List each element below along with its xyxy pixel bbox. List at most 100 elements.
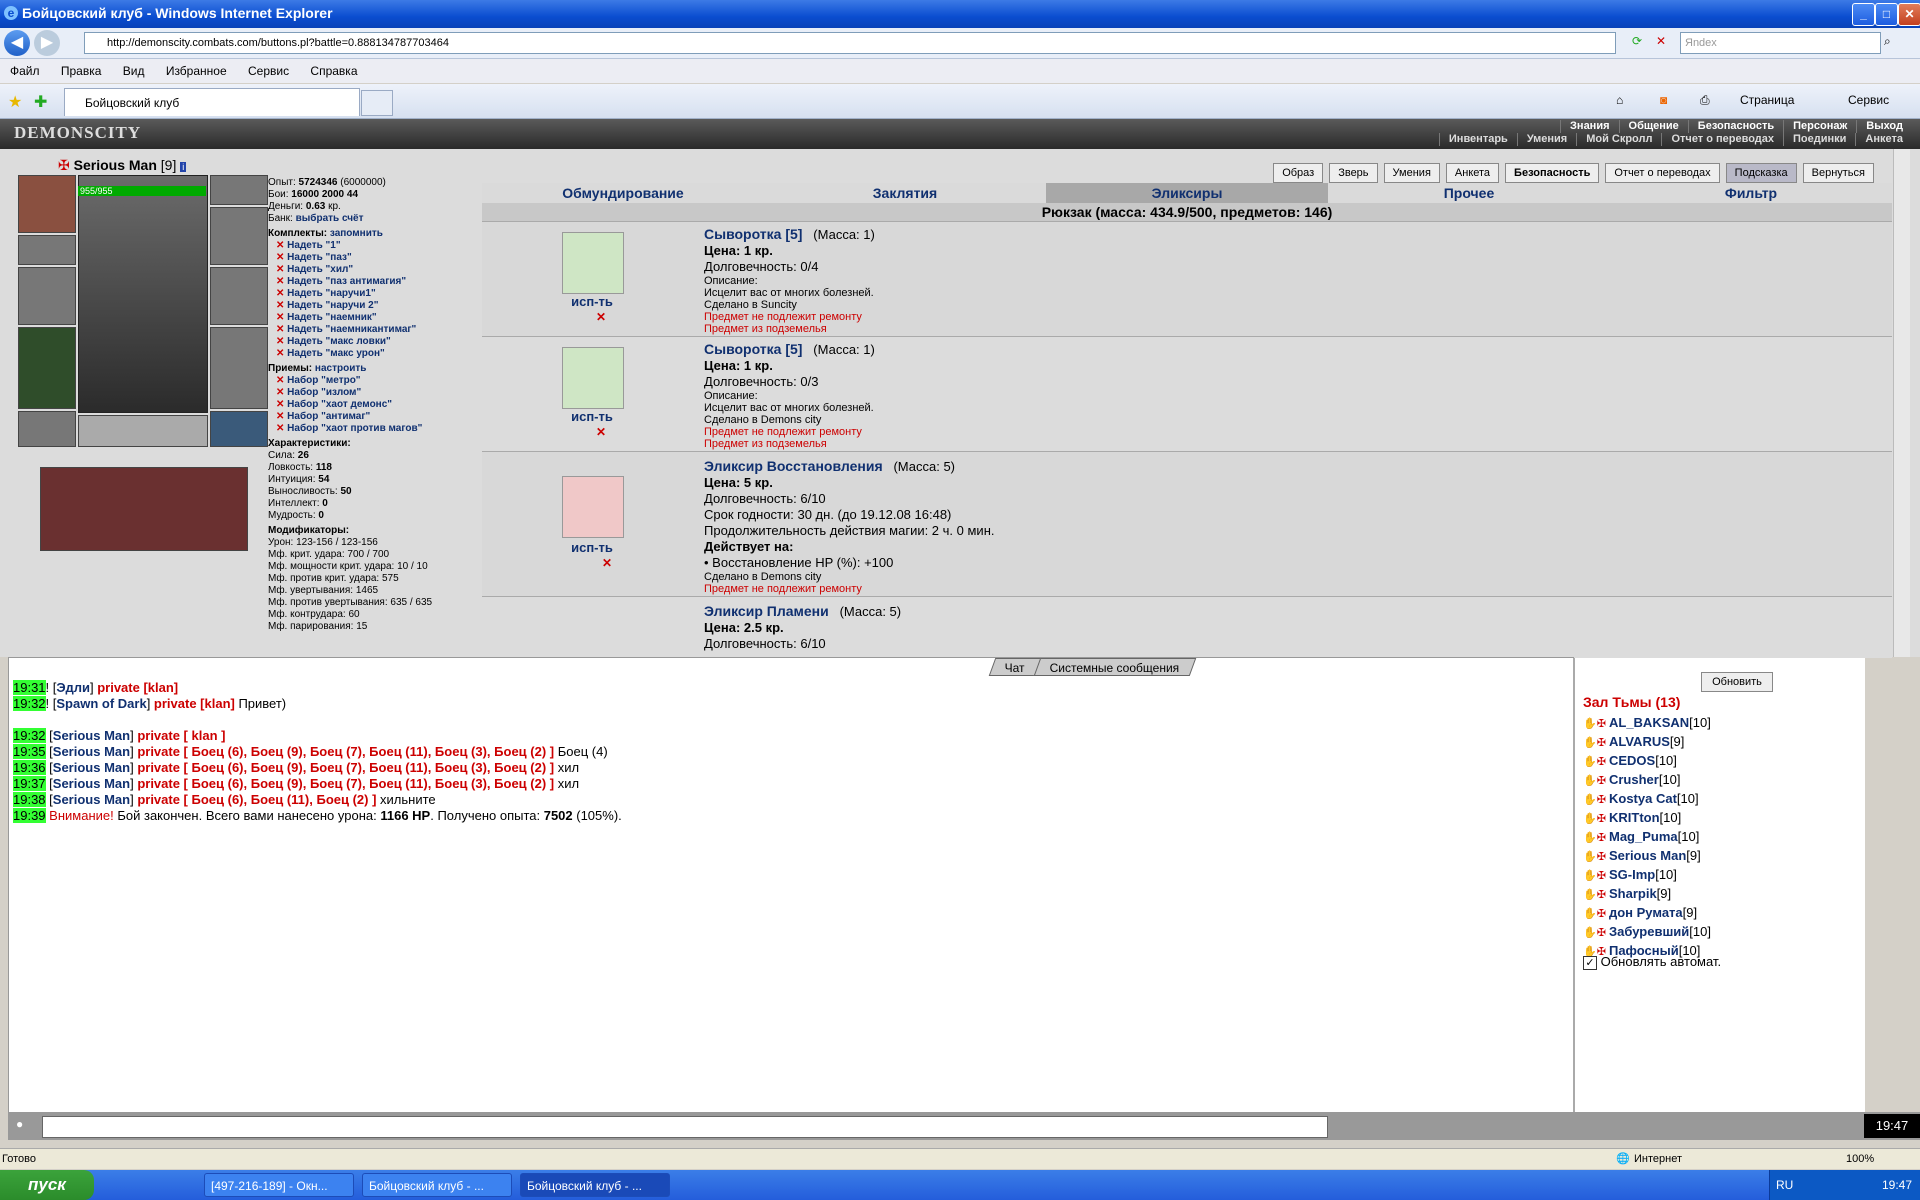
top-button[interactable]: Безопасность xyxy=(1505,163,1600,183)
set-link[interactable]: Надеть "паз антимагия" xyxy=(287,276,406,287)
top-button[interactable]: Образ xyxy=(1273,163,1324,183)
stop-icon[interactable]: ✕ xyxy=(1656,34,1666,48)
chat-input[interactable] xyxy=(42,1116,1328,1138)
favorites-star-icon[interactable]: ★ xyxy=(8,92,22,112)
chat-private[interactable]: private [ Боец (6), Боец (9), Боец (7), … xyxy=(137,744,554,759)
tricks-setup-link[interactable]: настроить xyxy=(315,363,366,374)
item-name[interactable]: Эликсир Пламени xyxy=(704,603,829,619)
refresh-button[interactable]: Обновить xyxy=(1701,672,1773,692)
nav-character[interactable]: Персонаж xyxy=(1783,120,1856,133)
add-favorite-icon[interactable]: ✚ xyxy=(34,92,47,112)
set-link[interactable]: Надеть "наемникантимаг" xyxy=(287,324,416,335)
chat-private[interactable]: private [ Боец (6), Боец (9), Боец (7), … xyxy=(137,776,554,791)
set-link[interactable]: Надеть "макс ловки" xyxy=(287,336,391,347)
forward-button[interactable]: ▶ xyxy=(34,30,60,56)
user-name[interactable]: Serious Man xyxy=(1609,848,1686,863)
trick-link[interactable]: Набор "хаот против магов" xyxy=(287,423,422,434)
user-name[interactable]: Kostya Cat xyxy=(1609,791,1677,806)
zoom-level[interactable]: 100% xyxy=(1846,1149,1874,1169)
menu-edit[interactable]: Правка xyxy=(61,59,102,83)
task-window[interactable]: Бойцовский клуб - ... xyxy=(362,1173,512,1197)
top-button[interactable]: Умения xyxy=(1383,163,1440,183)
search-icon[interactable]: ⌕ xyxy=(1884,34,1891,49)
nav-security[interactable]: Безопасность xyxy=(1687,120,1783,133)
delete-trick-icon[interactable]: ✕ xyxy=(276,399,287,410)
delete-set-icon[interactable]: ✕ xyxy=(276,288,287,299)
trick-link[interactable]: Набор "метро" xyxy=(287,375,360,386)
item-name[interactable]: Сыворотка [5] xyxy=(704,341,802,357)
delete-set-icon[interactable]: ✕ xyxy=(276,264,287,275)
trick-link[interactable]: Набор "хаот демонс" xyxy=(287,399,392,410)
set-link[interactable]: Надеть "наручи1" xyxy=(287,288,376,299)
use-button[interactable]: исп-ть xyxy=(562,294,622,309)
user-name[interactable]: дон Румата xyxy=(1609,905,1683,920)
set-link[interactable]: Надеть "наручи 2" xyxy=(287,300,378,311)
top-button[interactable]: Подсказка xyxy=(1725,163,1797,183)
use-button[interactable]: исп-ть xyxy=(562,409,622,424)
menu-tools[interactable]: Сервис xyxy=(248,59,289,83)
top-button[interactable]: Отчет о переводах xyxy=(1605,163,1720,183)
legs-slot[interactable] xyxy=(210,327,268,409)
delete-icon[interactable]: ✕ xyxy=(596,310,606,324)
set-link[interactable]: Надеть "наемник" xyxy=(287,312,377,323)
set-link[interactable]: Надеть "макс урон" xyxy=(287,348,385,359)
window-title-bar[interactable]: e Бойцовский клуб - Windows Internet Exp… xyxy=(0,0,1920,28)
print-icon[interactable]: ⎙ xyxy=(1700,93,1710,108)
top-button[interactable]: Вернуться xyxy=(1802,163,1874,183)
minimize-icon[interactable]: _ xyxy=(1852,3,1875,26)
trick-link[interactable]: Набор "антимаг" xyxy=(287,411,370,422)
delete-set-icon[interactable]: ✕ xyxy=(276,324,287,335)
nav-knowledge[interactable]: Знания xyxy=(1560,120,1618,133)
belt-slot[interactable] xyxy=(18,411,76,447)
nav-scroll[interactable]: Мой Скролл xyxy=(1576,133,1661,146)
chat-private[interactable]: private [klan] xyxy=(97,680,178,695)
page-menu[interactable]: Страница xyxy=(1740,93,1794,107)
inventory-scrollbar[interactable] xyxy=(1893,149,1910,657)
delete-set-icon[interactable]: ✕ xyxy=(276,240,287,251)
top-button[interactable]: Зверь xyxy=(1329,163,1378,183)
chat-private[interactable]: private [ Боец (6), Боец (11), Боец (2) … xyxy=(137,792,376,807)
delete-set-icon[interactable]: ✕ xyxy=(276,348,287,359)
refresh-icon[interactable]: ⟳ xyxy=(1632,34,1642,48)
nav-profile[interactable]: Анкета xyxy=(1855,133,1912,146)
delete-trick-icon[interactable]: ✕ xyxy=(276,375,287,386)
nav-transfers[interactable]: Отчет о переводах xyxy=(1661,133,1783,146)
task-window[interactable]: Бойцовский клуб - ... xyxy=(520,1173,670,1197)
back-button[interactable]: ◀ xyxy=(4,30,30,56)
inventory-tab[interactable]: Фильтр xyxy=(1610,183,1892,203)
chat-private[interactable]: private [ klan ] xyxy=(137,728,225,743)
inventory-tab[interactable]: Прочее xyxy=(1328,183,1610,203)
delete-set-icon[interactable]: ✕ xyxy=(276,300,287,311)
delete-set-icon[interactable]: ✕ xyxy=(276,252,287,263)
auto-refresh-checkbox[interactable]: ✓ xyxy=(1583,956,1597,970)
remember-set-link[interactable]: запомнить xyxy=(330,228,383,239)
delete-trick-icon[interactable]: ✕ xyxy=(276,387,287,398)
nav-skills[interactable]: Умения xyxy=(1516,133,1576,146)
tools-menu[interactable]: Сервис xyxy=(1848,93,1889,107)
user-name[interactable]: AL_BAKSAN xyxy=(1609,715,1689,730)
home-icon[interactable]: ⌂ xyxy=(1616,93,1623,107)
chat-author[interactable]: Эдли xyxy=(56,680,90,695)
delete-set-icon[interactable]: ✕ xyxy=(276,336,287,347)
tab-system-messages[interactable]: Системные сообщения xyxy=(1034,658,1197,676)
helmet-slot[interactable] xyxy=(18,175,76,233)
chat-private[interactable]: private [klan] xyxy=(154,696,235,711)
armor-slot[interactable] xyxy=(18,327,76,409)
info-icon[interactable]: i xyxy=(180,162,187,172)
chat-author[interactable]: Serious Man xyxy=(53,792,130,807)
menu-view[interactable]: Вид xyxy=(123,59,145,83)
bracers-slot[interactable] xyxy=(18,235,76,265)
close-icon[interactable]: ✕ xyxy=(1898,3,1920,26)
delete-trick-icon[interactable]: ✕ xyxy=(276,423,287,434)
feeds-icon[interactable]: ◙ xyxy=(1660,93,1667,107)
search-input[interactable]: Яndex xyxy=(1680,32,1881,54)
chat-author[interactable]: Serious Man xyxy=(53,744,130,759)
user-name[interactable]: Забуревший xyxy=(1609,924,1689,939)
browser-tab[interactable]: Бойцовский клуб xyxy=(64,88,360,116)
new-tab-button[interactable] xyxy=(361,90,393,116)
set-link[interactable]: Надеть "1" xyxy=(287,240,340,251)
menu-file[interactable]: Файл xyxy=(10,59,40,83)
user-name[interactable]: Mag_Puma xyxy=(1609,829,1678,844)
user-name[interactable]: Crusher xyxy=(1609,772,1659,787)
nav-battles[interactable]: Поединки xyxy=(1783,133,1855,146)
